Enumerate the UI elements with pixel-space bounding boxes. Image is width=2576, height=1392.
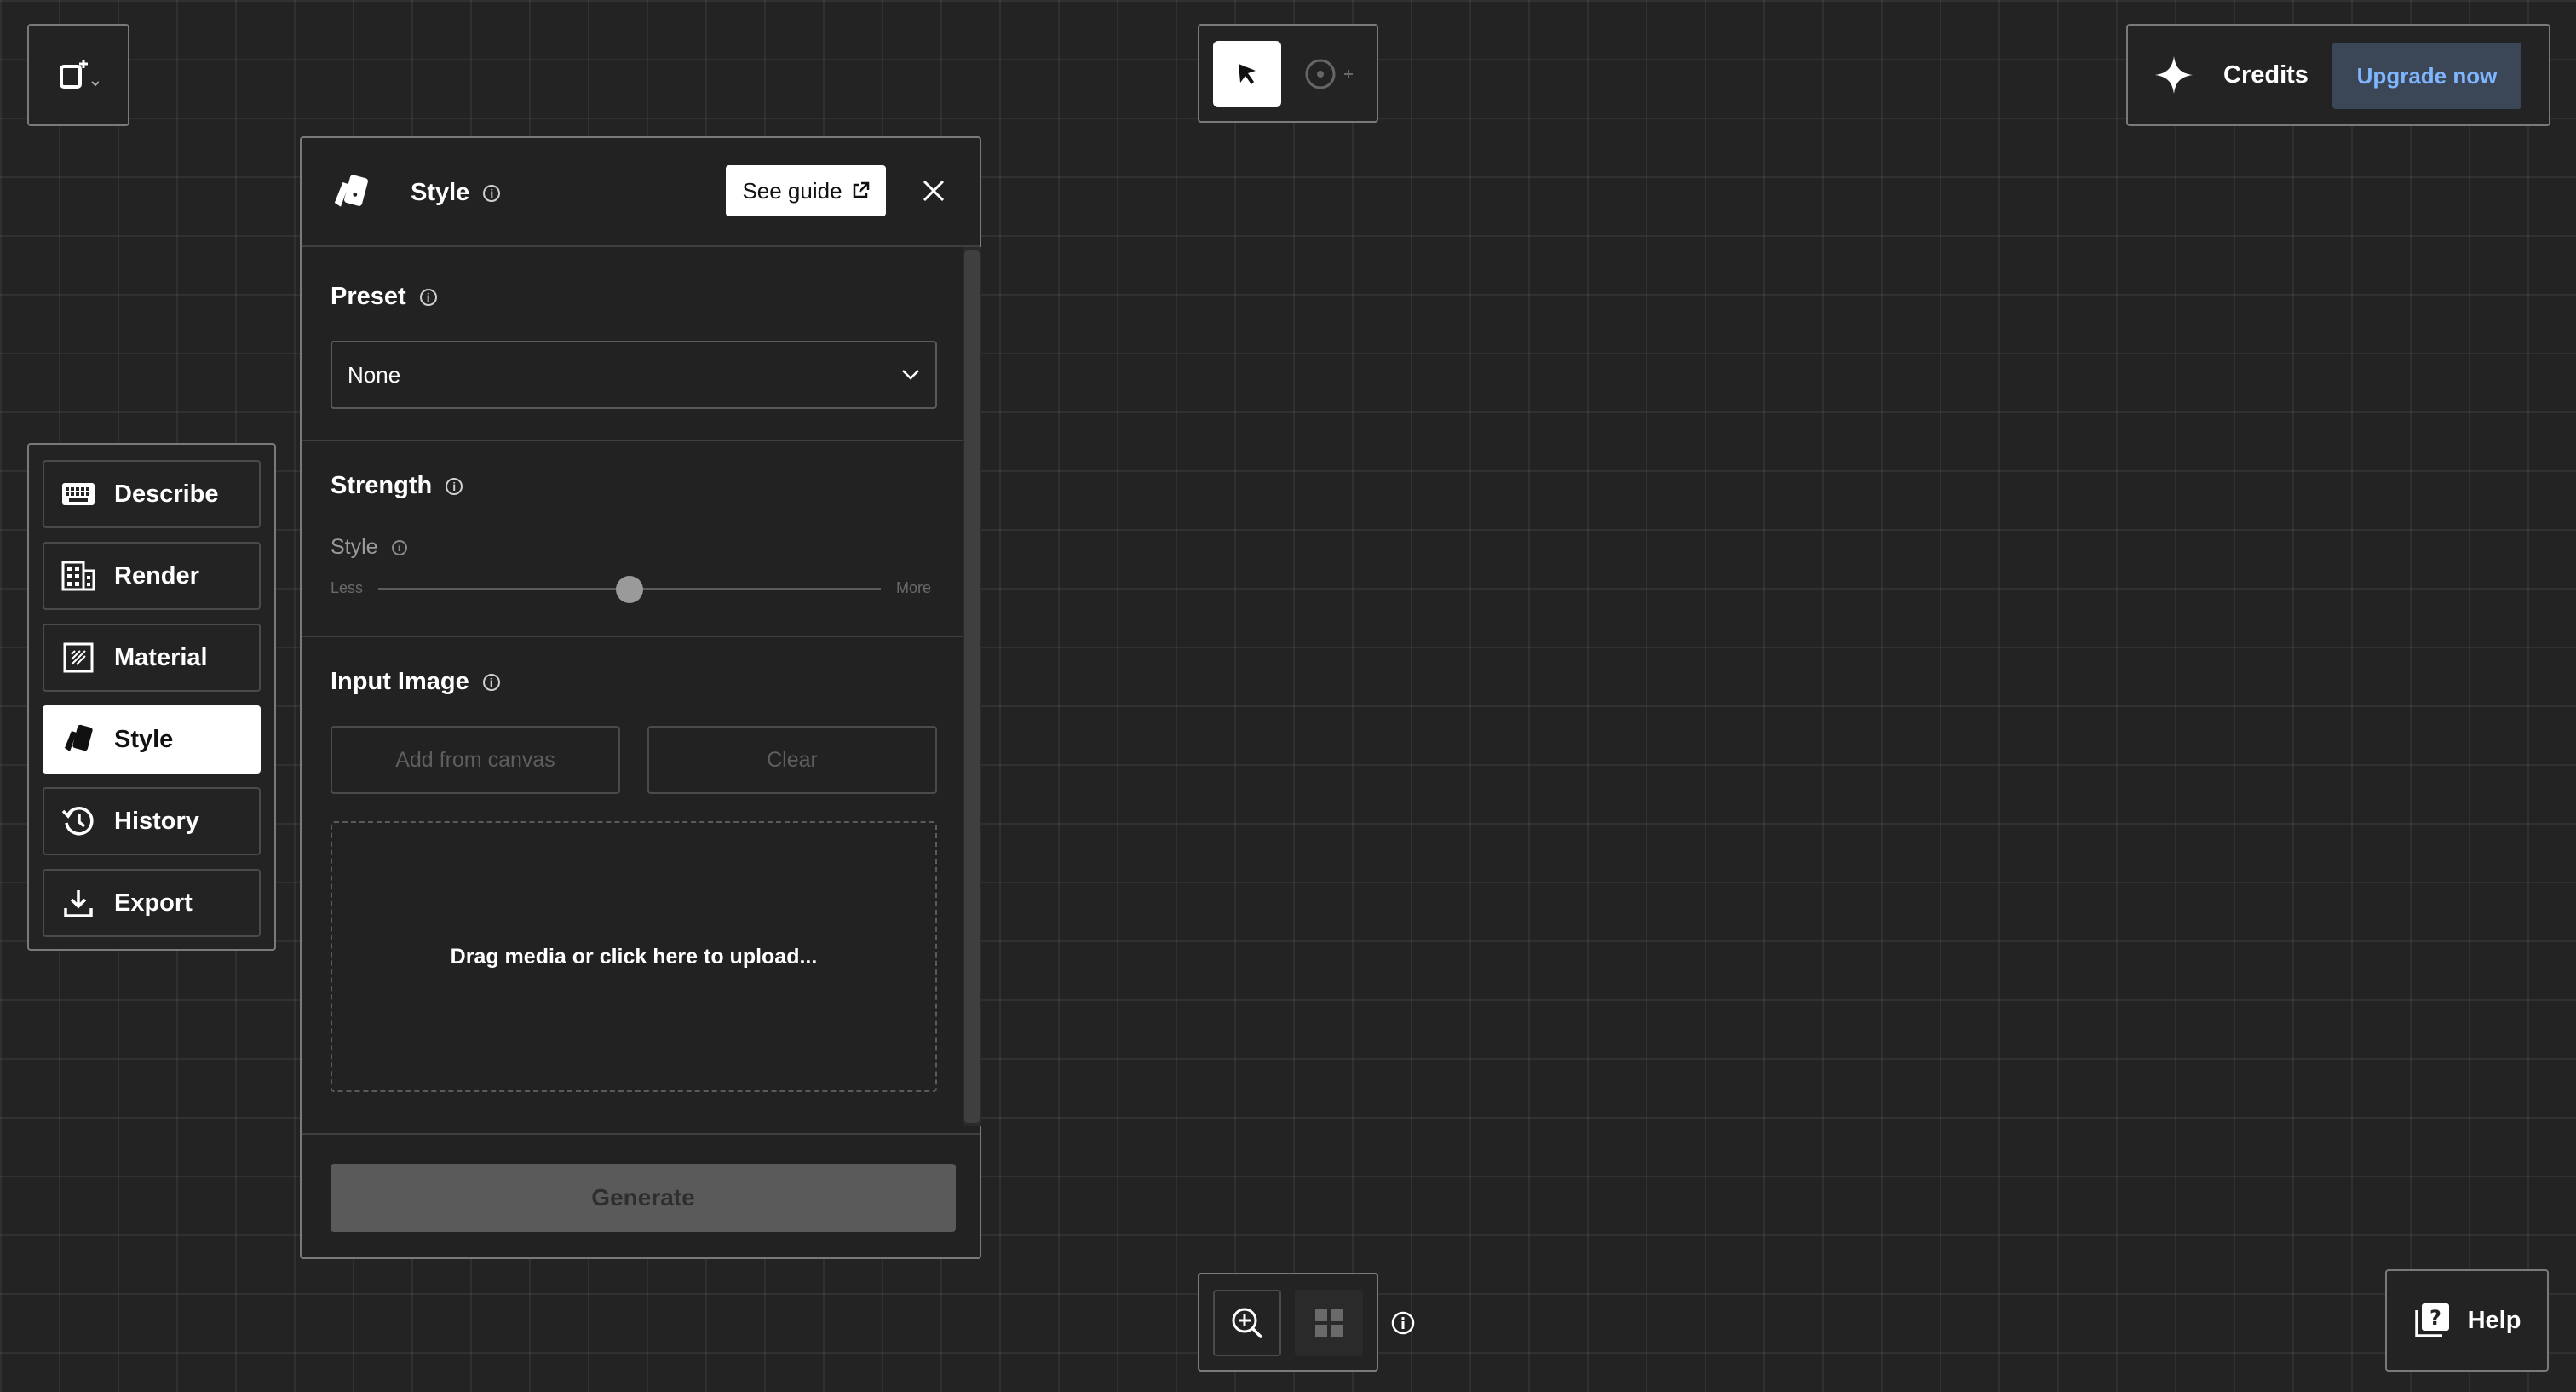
sidebar-item-export[interactable]: Export [43,869,261,937]
target-tool-button[interactable] [1295,41,1363,107]
material-icon [61,641,95,675]
preset-selected-value: None [348,361,401,388]
sparkle-icon [2153,55,2194,95]
help-button[interactable]: ? Help [2385,1269,2549,1372]
slider-min-label: Less [331,579,364,596]
close-icon [922,179,946,203]
sidebar-item-label: Material [114,643,208,671]
new-canvas-icon [58,56,99,94]
credits-panel: Credits Upgrade now [2126,24,2550,126]
style-slider-thumb[interactable] [616,576,643,603]
sidebar-item-label: Export [114,889,193,917]
preset-label: Preset i [331,283,437,311]
input-image-label-text: Input Image [331,668,469,695]
strength-label: Strength i [331,472,463,500]
info-icon[interactable]: i [391,539,407,555]
zoom-in-button[interactable] [1213,1290,1281,1356]
sidebar-item-label: Style [114,725,174,753]
info-icon[interactable]: i [483,184,501,202]
slider-max-label: More [896,579,932,596]
new-canvas-button[interactable] [27,24,129,126]
select-tool-button[interactable] [1213,41,1281,107]
sidebar-item-describe[interactable]: Describe [43,460,261,528]
target-add-icon [1302,57,1356,91]
sidebar-item-label: History [114,807,199,835]
svg-text:?: ? [2429,1306,2441,1330]
panel-title-text: Style [411,179,470,206]
credits-label: Credits [2223,61,2309,89]
style-slider-label-text: Style [331,535,378,559]
sidebar-item-render[interactable]: Render [43,542,261,610]
sidebar-item-style[interactable]: Style [43,705,261,774]
style-cards-icon [331,172,371,213]
add-from-canvas-button[interactable]: Add from canvas [331,726,620,794]
style-cards-icon [61,722,95,756]
clear-button[interactable]: Clear [647,726,937,794]
grid-view-button[interactable] [1295,1290,1363,1356]
sidebar-item-label: Describe [114,480,219,508]
cursor-arrow-icon [1233,60,1261,88]
preset-label-text: Preset [331,283,406,310]
help-label: Help [2467,1306,2521,1334]
close-button[interactable] [917,174,951,208]
sidebar-item-material[interactable]: Material [43,624,261,692]
info-icon[interactable]: i [419,288,437,306]
download-icon [61,886,95,920]
upload-dropzone[interactable]: Drag media or click here to upload... [331,821,937,1092]
preset-select[interactable]: None [331,341,937,409]
sidebar: Describe Render Material Style History E… [27,443,276,951]
grid-icon [1314,1308,1344,1338]
sidebar-item-history[interactable]: History [43,787,261,855]
info-icon[interactable] [1390,1310,1416,1336]
keyboard-icon [61,477,95,511]
canvas-tools [1198,24,1378,123]
strength-label-text: Strength [331,472,433,499]
see-guide-label: See guide [742,177,842,204]
panel-header: Style i See guide [302,138,980,247]
style-panel: Style i See guide Preset i None Strength… [300,136,981,1259]
view-tools [1198,1273,1378,1372]
panel-scrollbar-thumb[interactable] [964,250,980,1123]
zoom-in-icon [1230,1306,1264,1340]
info-icon[interactable]: i [446,477,463,495]
help-book-icon: ? [2413,1302,2451,1339]
style-slider-label: Style i [331,535,407,560]
chevron-down-icon [901,369,920,381]
sidebar-item-label: Render [114,561,199,590]
panel-title: Style i [411,179,501,207]
upgrade-now-button[interactable]: Upgrade now [2332,43,2521,109]
history-icon [61,804,95,838]
external-link-icon [851,181,870,200]
input-image-label: Input Image i [331,668,500,696]
footer-divider [302,1133,980,1135]
info-icon[interactable]: i [482,673,500,691]
generate-button[interactable]: Generate [331,1164,956,1232]
building-icon [61,559,95,593]
see-guide-button[interactable]: See guide [726,165,886,216]
